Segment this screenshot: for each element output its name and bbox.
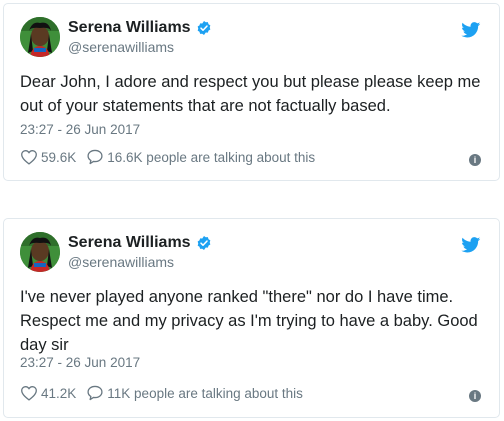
tweet-card[interactable]: Serena Williams @serenawilliams I've nev… [3, 218, 500, 418]
avatar[interactable] [20, 17, 60, 57]
like-count: 59.6K [41, 149, 77, 165]
like-button[interactable]: 41.2K [20, 385, 76, 401]
talking-count: 16.6K people are talking about this [107, 149, 316, 165]
like-count: 41.2K [41, 385, 77, 401]
info-icon[interactable]: i [469, 390, 481, 402]
like-button[interactable]: 59.6K [20, 149, 76, 165]
info-icon[interactable]: i [469, 154, 481, 166]
twitter-bird-icon[interactable] [461, 237, 481, 253]
heart-icon [21, 150, 37, 165]
speech-bubble-icon [87, 149, 103, 165]
avatar[interactable] [20, 232, 60, 272]
tweet-actions: 59.6K 16.6K people are talking about thi… [20, 149, 315, 165]
author-handle[interactable]: @serenawilliams [68, 39, 174, 55]
author-name-text[interactable]: Serena Williams [68, 234, 191, 252]
author-name-text[interactable]: Serena Williams [68, 19, 191, 37]
tweet-card[interactable]: Serena Williams @serenawilliams Dear Joh… [3, 3, 500, 181]
twitter-bird-icon[interactable] [461, 22, 481, 38]
conversation-link[interactable]: 11K people are talking about this [86, 385, 303, 401]
author-handle[interactable]: @serenawilliams [68, 254, 174, 270]
tweet-actions: 41.2K 11K people are talking about this [20, 385, 303, 401]
tweet-text: Dear John, I adore and respect you but p… [20, 73, 481, 115]
verified-badge-icon [197, 236, 210, 250]
speech-bubble-icon [87, 385, 103, 401]
heart-icon [21, 386, 37, 401]
tweet-timestamp[interactable]: 23:27 - 26 Jun 2017 [20, 355, 140, 370]
author-name[interactable]: Serena Williams [68, 19, 212, 37]
author-name[interactable]: Serena Williams [68, 234, 212, 252]
tweet-timestamp[interactable]: 23:27 - 26 Jun 2017 [20, 122, 140, 137]
conversation-link[interactable]: 16.6K people are talking about this [86, 149, 315, 165]
tweet-text: I've never played anyone ranked "there" … [20, 288, 478, 354]
verified-badge-icon [197, 21, 210, 35]
talking-count: 11K people are talking about this [107, 385, 303, 401]
